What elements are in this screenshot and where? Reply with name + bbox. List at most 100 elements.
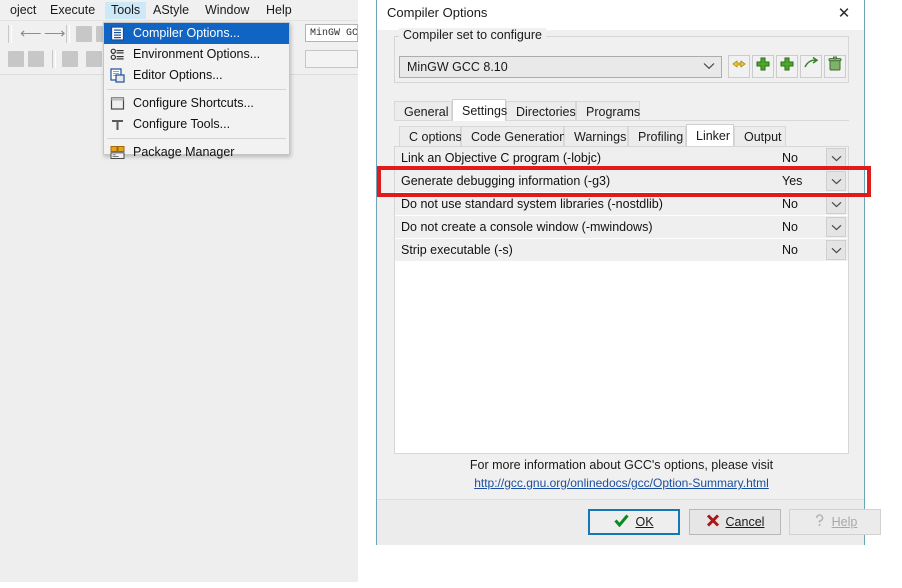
tab-linker[interactable]: Linker <box>686 124 734 146</box>
menu-item-compiler-options[interactable]: Compiler Options... <box>104 23 289 44</box>
tab-general[interactable]: General <box>394 101 452 121</box>
option-label: Strip executable (-s) <box>401 243 513 257</box>
toolbar-separator <box>52 50 56 68</box>
cross-icon <box>706 514 720 530</box>
plus-green-icon <box>779 56 795 77</box>
tab-warnings[interactable]: Warnings <box>564 126 628 146</box>
menu-separator <box>107 138 286 139</box>
compiler-options-icon <box>110 26 125 41</box>
package-manager-icon <box>110 145 125 160</box>
menu-window[interactable]: Window <box>199 2 255 19</box>
hammer-icon <box>110 117 125 132</box>
menu-astyle[interactable]: AStyle <box>147 2 195 19</box>
shortcuts-icon <box>110 96 125 111</box>
option-value: No <box>782 197 798 211</box>
menu-project[interactable]: oject <box>4 2 42 19</box>
menu-bar: oject Execute Tools AStyle Window Help <box>0 0 358 20</box>
toolbar-compiler-set-value: MinGW GCC <box>310 28 358 39</box>
table-row[interactable]: Strip executable (-s) No <box>395 239 848 262</box>
menu-item-editor-options[interactable]: Editor Options... <box>104 65 289 86</box>
menu-tools[interactable]: Tools <box>105 2 147 19</box>
footer-info-text: For more information about GCC's options… <box>469 458 774 472</box>
menu-execute-label: Execute <box>50 3 96 17</box>
menu-item-configure-shortcuts[interactable]: Configure Shortcuts... <box>104 93 289 114</box>
table-row[interactable]: Do not create a console window (-mwindow… <box>395 216 848 239</box>
tab-c-options[interactable]: C options <box>399 126 462 146</box>
footer-info: For more information about GCC's options… <box>394 456 849 494</box>
table-row[interactable]: Do not use standard system libraries (-n… <box>395 193 848 216</box>
compiler-set-select[interactable]: MinGW GCC 8.10 <box>399 56 722 78</box>
inner-tab-strip: C options Code Generation Warnings Profi… <box>394 124 849 147</box>
menu-execute[interactable]: Execute <box>44 2 101 19</box>
undo-icon[interactable]: ⟵ <box>20 26 42 41</box>
option-value: No <box>782 220 798 234</box>
gcc-options-link[interactable]: http://gcc.gnu.org/onlinedocs/gcc/Option… <box>474 476 769 490</box>
redo-icon[interactable]: ⟶ <box>44 26 66 41</box>
menu-item-environment-options-label: Environment Options... <box>133 47 261 61</box>
option-label: Do not use standard system libraries (-n… <box>401 197 663 211</box>
menu-separator <box>107 89 286 90</box>
menu-help[interactable]: Help <box>260 2 298 19</box>
tab-programs[interactable]: Programs <box>576 101 640 121</box>
find-compilers-button[interactable] <box>800 55 822 78</box>
ok-button[interactable]: OK <box>588 509 680 535</box>
menu-item-configure-tools-label: Configure Tools... <box>133 117 231 131</box>
checkmark-icon <box>614 514 630 530</box>
save-icon[interactable] <box>62 51 78 67</box>
tools-dropdown-menu: Compiler Options... Environment Options.… <box>103 22 290 159</box>
open-file-icon[interactable] <box>28 51 44 67</box>
tab-profiling[interactable]: Profiling <box>628 126 686 146</box>
tab-settings[interactable]: Settings <box>452 99 507 121</box>
option-value: Yes <box>782 174 803 188</box>
cancel-button[interactable]: Cancel <box>689 509 781 535</box>
rename-compiler-set-button[interactable] <box>728 55 750 78</box>
dialog-title: Compiler Options <box>387 5 488 20</box>
menu-help-label: Help <box>266 3 292 17</box>
option-dropdown-button[interactable] <box>826 217 846 237</box>
cancel-button-label: Cancel <box>725 515 765 529</box>
option-value: No <box>782 243 798 257</box>
toolbar-compiler-set-combo[interactable]: MinGW GCC <box>305 24 358 42</box>
close-icon[interactable]: ✕ <box>832 4 856 24</box>
ok-button-label: OK <box>635 515 654 529</box>
dialog-button-bar: OK Cancel Help <box>377 499 881 545</box>
option-dropdown-button[interactable] <box>826 194 846 214</box>
option-dropdown-button[interactable] <box>826 148 846 168</box>
toolbar-secondary-combo[interactable] <box>305 50 358 68</box>
delete-compiler-set-button[interactable] <box>824 55 846 78</box>
table-row[interactable]: Generate debugging information (-g3) Yes <box>395 170 848 193</box>
editor-options-icon <box>110 68 125 83</box>
menu-item-configure-shortcuts-label: Configure Shortcuts... <box>133 96 254 110</box>
toolbar-separator <box>66 25 70 43</box>
menu-astyle-label: AStyle <box>153 3 190 17</box>
table-row[interactable]: Link an Objective C program (-lobjc) No <box>395 147 848 170</box>
question-mark-icon <box>813 514 826 530</box>
tab-directories[interactable]: Directories <box>506 101 576 121</box>
outer-tab-strip: General Settings Directories Programs <box>394 99 849 121</box>
add-compiler-set-button[interactable] <box>752 55 774 78</box>
menu-item-editor-options-label: Editor Options... <box>133 68 223 82</box>
cut-icon[interactable] <box>76 26 92 42</box>
tab-code-generation[interactable]: Code Generation <box>461 126 566 146</box>
menu-item-configure-tools[interactable]: Configure Tools... <box>104 114 289 135</box>
help-button[interactable]: Help <box>789 509 881 535</box>
duplicate-compiler-set-button[interactable] <box>776 55 798 78</box>
menu-item-compiler-options-label: Compiler Options... <box>133 26 240 40</box>
linker-options-list: Link an Objective C program (-lobjc) No … <box>394 146 849 454</box>
plus-green-icon <box>755 56 771 77</box>
option-label: Generate debugging information (-g3) <box>401 174 611 188</box>
compiler-set-group-label: Compiler set to configure <box>399 28 546 42</box>
toolbar-separator <box>8 25 12 43</box>
rename-icon <box>731 56 747 77</box>
menu-item-environment-options[interactable]: Environment Options... <box>104 44 289 65</box>
tab-output[interactable]: Output <box>734 126 786 146</box>
compiler-options-dialog: Compiler Options ✕ Compiler set to confi… <box>376 0 881 545</box>
options-list-empty-area <box>395 262 848 452</box>
option-dropdown-button[interactable] <box>826 240 846 260</box>
option-dropdown-button[interactable] <box>826 171 846 191</box>
new-file-icon[interactable] <box>8 51 24 67</box>
menu-item-package-manager-label: Package Manager <box>133 145 235 159</box>
save-all-icon[interactable] <box>86 51 102 67</box>
arrow-right-icon <box>803 56 819 77</box>
menu-item-package-manager[interactable]: Package Manager <box>104 142 289 163</box>
